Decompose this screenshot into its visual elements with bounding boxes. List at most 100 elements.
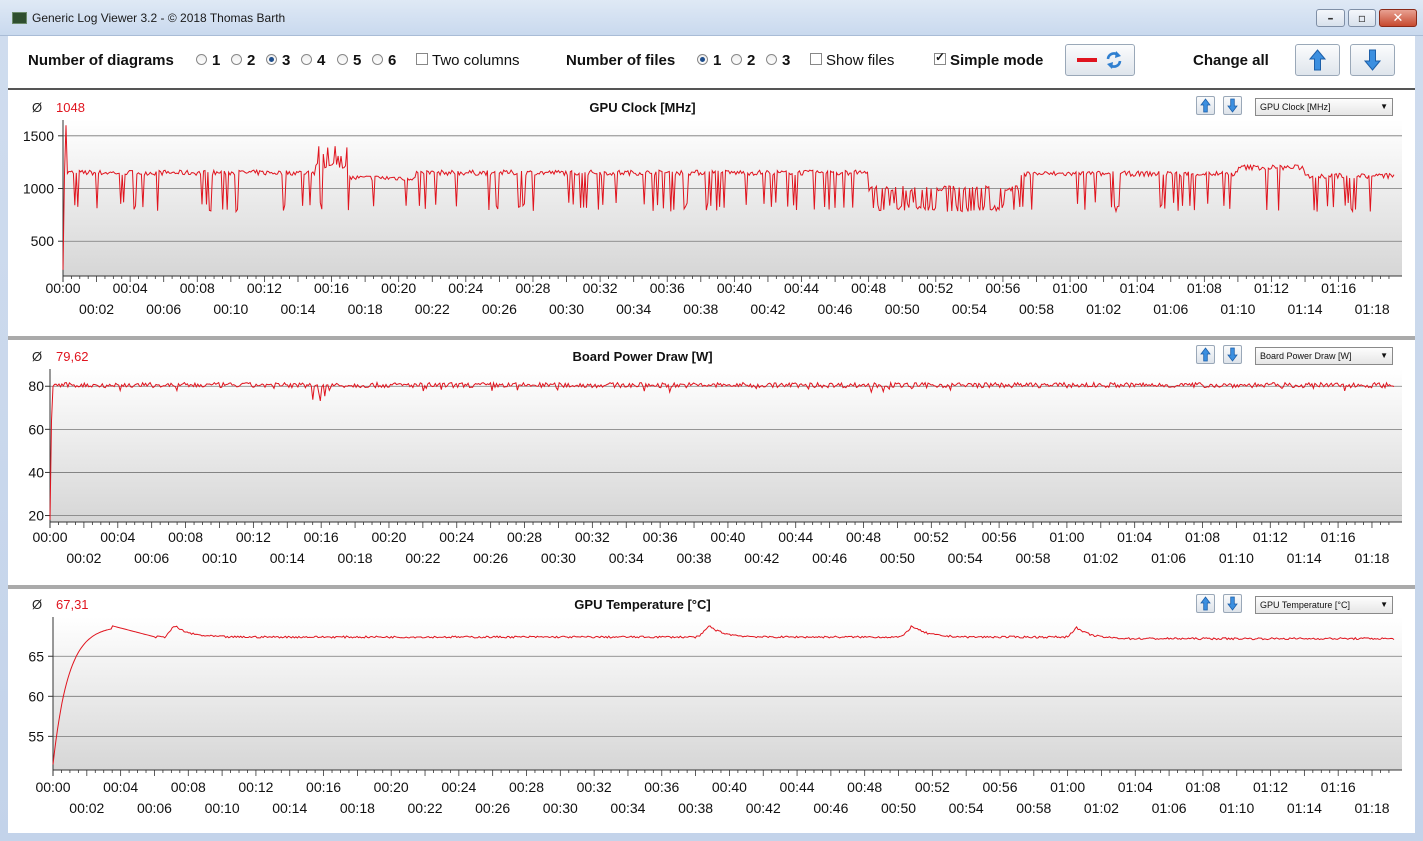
y-tick-label: 1500 xyxy=(23,128,54,144)
channel-select[interactable]: GPU Temperature [°C] ▼ xyxy=(1255,596,1393,614)
minimize-icon: – xyxy=(1327,11,1334,25)
panel-up-button[interactable] xyxy=(1196,345,1215,364)
panel-down-button[interactable] xyxy=(1223,96,1242,115)
arrow-down-icon xyxy=(1227,347,1238,362)
diagrams-radio-5[interactable] xyxy=(337,54,348,65)
x-tick-label: 01:00 xyxy=(1053,280,1088,296)
x-tick-label: 01:04 xyxy=(1118,779,1153,795)
maximize-icon: ▫ xyxy=(1357,11,1367,25)
y-tick-label: 40 xyxy=(28,464,44,480)
x-tick-label: 00:38 xyxy=(678,800,713,816)
diagrams-radio-4-label: 4 xyxy=(317,52,326,69)
average-symbol: Ø xyxy=(32,349,43,364)
close-button[interactable]: ✕ xyxy=(1379,9,1417,27)
x-tick-label: 00:36 xyxy=(643,529,678,545)
line-style-button[interactable] xyxy=(1065,44,1135,76)
x-tick-label: 00:06 xyxy=(146,301,181,317)
x-tick-label: 00:36 xyxy=(644,779,679,795)
x-tick-label: 01:00 xyxy=(1050,779,1085,795)
y-tick-label: 60 xyxy=(28,688,44,704)
number-of-diagrams-label: Number of diagrams xyxy=(28,52,174,69)
x-tick-label: 00:10 xyxy=(213,301,248,317)
diagrams-radio-6-label: 6 xyxy=(388,52,397,69)
x-tick-label: 00:02 xyxy=(69,800,104,816)
x-tick-label: 00:48 xyxy=(846,529,881,545)
files-radio-2[interactable] xyxy=(731,54,742,65)
channel-select[interactable]: Board Power Draw [W] ▼ xyxy=(1255,347,1393,365)
x-tick-label: 01:16 xyxy=(1321,280,1356,296)
x-tick-label: 00:40 xyxy=(710,529,745,545)
panel-down-button[interactable] xyxy=(1223,594,1242,613)
panel-down-button[interactable] xyxy=(1223,345,1242,364)
panel-separator[interactable] xyxy=(8,585,1415,589)
title-bar: Generic Log Viewer 3.2 - © 2018 Thomas B… xyxy=(0,0,1423,36)
x-tick-label: 01:14 xyxy=(1288,301,1323,317)
y-tick-label: 1000 xyxy=(23,181,54,197)
red-line-icon xyxy=(1077,58,1097,62)
x-tick-label: 00:00 xyxy=(35,779,70,795)
x-tick-label: 00:10 xyxy=(202,550,237,566)
panel-up-button[interactable] xyxy=(1196,594,1215,613)
plot-background xyxy=(50,369,1402,522)
diagrams-radio-1[interactable] xyxy=(196,54,207,65)
x-tick-label: 00:40 xyxy=(712,779,747,795)
panel-up-button[interactable] xyxy=(1196,96,1215,115)
x-tick-label: 00:02 xyxy=(66,550,101,566)
show-files-checkbox[interactable] xyxy=(810,53,822,65)
x-tick-label: 01:06 xyxy=(1152,800,1187,816)
arrow-down-icon xyxy=(1227,98,1238,113)
x-tick-label: 00:42 xyxy=(750,301,785,317)
arrow-up-icon xyxy=(1308,49,1327,71)
x-tick-label: 01:02 xyxy=(1084,800,1119,816)
x-tick-label: 00:54 xyxy=(949,800,984,816)
x-tick-label: 00:36 xyxy=(650,280,685,296)
x-tick-label: 00:20 xyxy=(371,529,406,545)
files-radio-3-label: 3 xyxy=(782,52,791,69)
x-tick-label: 01:06 xyxy=(1151,550,1186,566)
x-tick-label: 00:06 xyxy=(137,800,172,816)
x-tick-label: 01:08 xyxy=(1185,529,1220,545)
x-tick-label: 00:26 xyxy=(473,550,508,566)
two-columns-checkbox[interactable] xyxy=(416,53,428,65)
x-tick-label: 00:54 xyxy=(952,301,987,317)
simple-mode-checkbox[interactable] xyxy=(934,50,946,65)
x-tick-label: 00:12 xyxy=(236,529,271,545)
diagrams-radio-4[interactable] xyxy=(301,54,312,65)
x-tick-label: 00:58 xyxy=(1016,800,1051,816)
minimize-button[interactable]: – xyxy=(1316,9,1345,27)
y-tick-label: 20 xyxy=(28,508,44,524)
x-tick-label: 00:56 xyxy=(985,280,1020,296)
x-tick-label: 00:50 xyxy=(880,550,915,566)
x-tick-label: 00:30 xyxy=(549,301,584,317)
x-tick-label: 00:00 xyxy=(45,280,80,296)
x-tick-label: 00:22 xyxy=(408,800,443,816)
maximize-button[interactable]: ▫ xyxy=(1348,9,1376,27)
x-tick-label: 00:44 xyxy=(780,779,815,795)
files-radio-1[interactable] xyxy=(697,54,708,65)
change-all-down-button[interactable] xyxy=(1350,44,1395,76)
x-tick-label: 00:46 xyxy=(812,550,847,566)
panel-separator[interactable] xyxy=(8,336,1415,340)
x-tick-label: 00:42 xyxy=(746,800,781,816)
plot-background xyxy=(63,120,1402,276)
diagrams-radio-6[interactable] xyxy=(372,54,383,65)
diagram-title: GPU Clock [MHz] xyxy=(589,100,696,115)
number-of-files-label: Number of files xyxy=(566,52,676,69)
x-tick-label: 00:42 xyxy=(744,550,779,566)
window-title: Generic Log Viewer 3.2 - © 2018 Thomas B… xyxy=(32,11,286,25)
x-tick-label: 00:16 xyxy=(314,280,349,296)
x-tick-label: 00:14 xyxy=(272,800,307,816)
channel-select[interactable]: GPU Clock [MHz] ▼ xyxy=(1255,98,1393,116)
x-tick-label: 00:24 xyxy=(441,779,476,795)
change-all-up-button[interactable] xyxy=(1295,44,1340,76)
window-frame-right xyxy=(1415,36,1423,841)
x-tick-label: 00:58 xyxy=(1019,301,1054,317)
x-tick-label: 01:02 xyxy=(1086,301,1121,317)
x-tick-label: 00:54 xyxy=(948,550,983,566)
x-tick-label: 00:08 xyxy=(168,529,203,545)
x-tick-label: 00:30 xyxy=(541,550,576,566)
diagrams-radio-3[interactable] xyxy=(266,54,277,65)
diagrams-radio-2[interactable] xyxy=(231,54,242,65)
x-tick-label: 01:18 xyxy=(1354,550,1389,566)
files-radio-3[interactable] xyxy=(766,54,777,65)
